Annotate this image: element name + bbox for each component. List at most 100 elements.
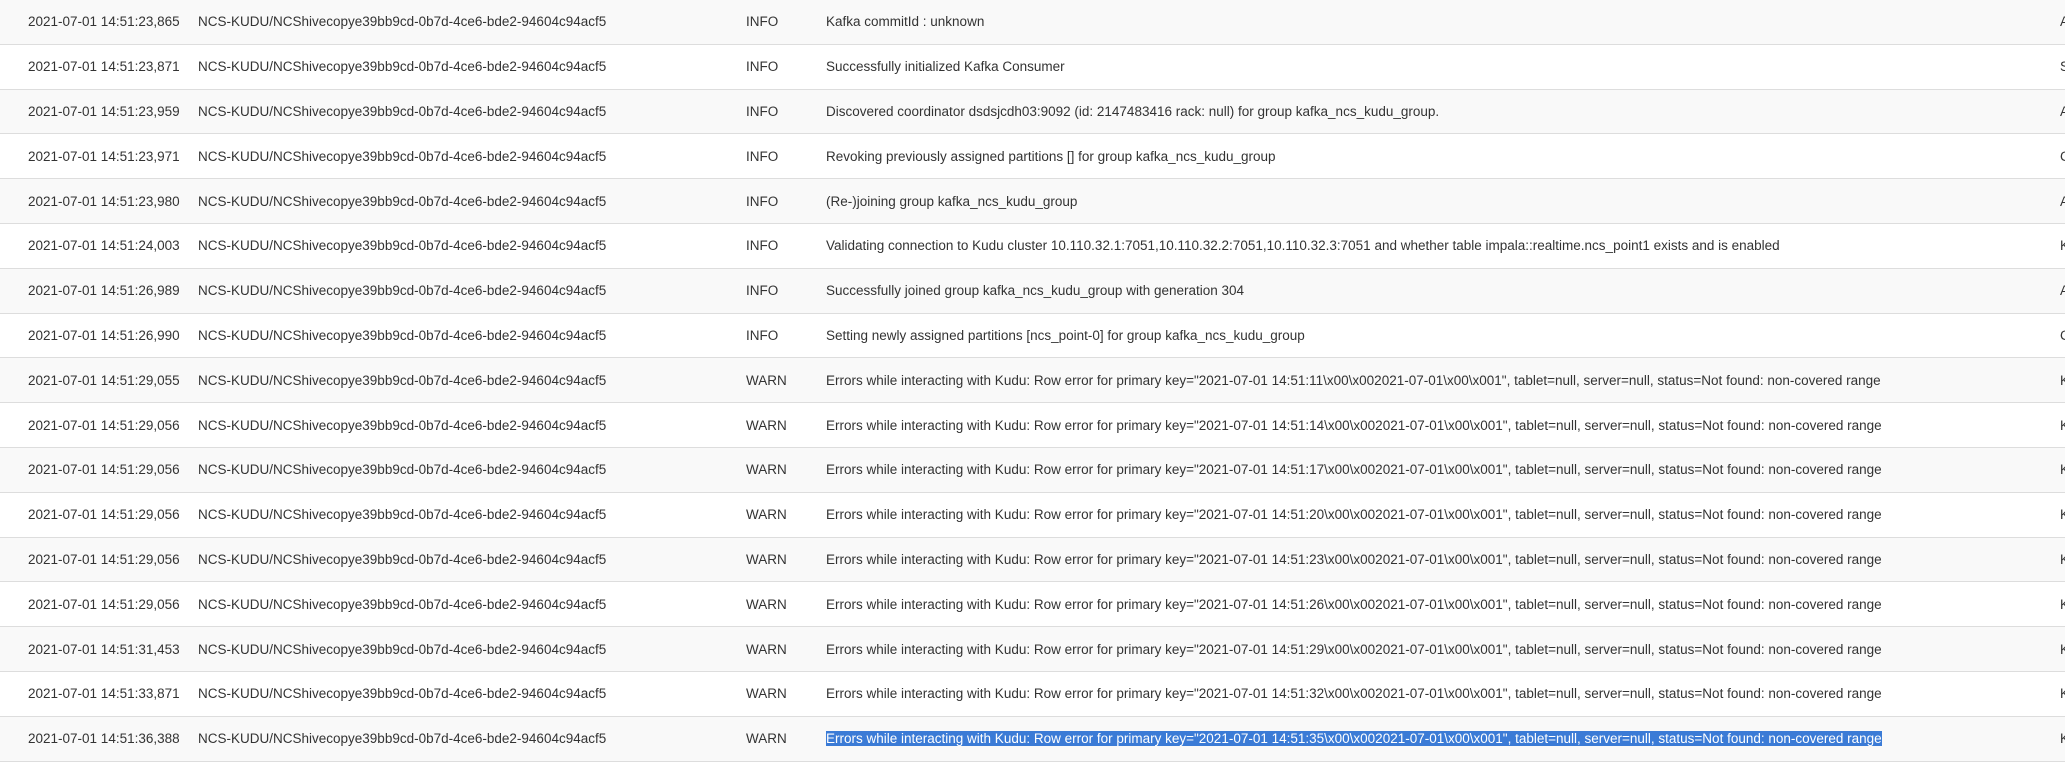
log-level: WARN: [746, 462, 787, 478]
log-time: 2021-07-01 14:51:24,003: [28, 238, 180, 254]
log-row[interactable]: 2021-07-01 14:51:23,871 NCS-KUDU/NCShive…: [0, 44, 2065, 90]
log-message-cell: Errors while interacting with Kudu: Row …: [826, 402, 2060, 448]
log-time: 2021-07-01 14:51:29,056: [28, 596, 180, 612]
log-source-cell: NCS-KUDU/NCShivecopye39bb9cd-0b7d-4ce6-b…: [198, 223, 746, 269]
log-class: Ku: [2060, 418, 2065, 433]
log-message-cell: Errors while interacting with Kudu: Row …: [826, 626, 2060, 672]
log-message-cell: Kafka commitId : unknown: [826, 0, 2060, 45]
log-class-cell: Co: [2060, 313, 2065, 359]
log-message: Errors while interacting with Kudu: Row …: [826, 372, 1881, 388]
log-class: Abs: [2060, 194, 2065, 209]
log-row-selected[interactable]: 2021-07-01 14:51:36,388 NCS-KUDU/NCShive…: [0, 716, 2065, 762]
log-level-cell: INFO: [746, 223, 826, 269]
log-row[interactable]: 2021-07-01 14:51:29,056 NCS-KUDU/NCShive…: [0, 447, 2065, 493]
log-message: Errors while interacting with Kudu: Row …: [826, 417, 1882, 433]
log-row[interactable]: 2021-07-01 14:51:33,871 NCS-KUDU/NCShive…: [0, 671, 2065, 717]
log-time: 2021-07-01 14:51:36,388: [28, 731, 180, 747]
log-level: INFO: [746, 103, 779, 119]
log-source-cell: NCS-KUDU/NCShivecopye39bb9cd-0b7d-4ce6-b…: [198, 0, 746, 45]
log-source: NCS-KUDU/NCShivecopye39bb9cd-0b7d-4ce6-b…: [198, 103, 607, 119]
log-source: NCS-KUDU/NCShivecopye39bb9cd-0b7d-4ce6-b…: [198, 596, 607, 612]
log-class: Ku: [2060, 373, 2065, 388]
log-class-cell: Abs: [2060, 178, 2065, 224]
log-source-cell: NCS-KUDU/NCShivecopye39bb9cd-0b7d-4ce6-b…: [198, 537, 746, 583]
log-row[interactable]: 2021-07-01 14:51:26,989 NCS-KUDU/NCShive…: [0, 268, 2065, 314]
log-time-cell: 2021-07-01 14:51:23,980: [0, 178, 198, 224]
log-message-cell: Revoking previously assigned partitions …: [826, 133, 2060, 180]
log-class-cell: Ku: [2060, 402, 2065, 448]
log-time: 2021-07-01 14:51:23,871: [28, 59, 180, 75]
log-level-cell: WARN: [746, 357, 826, 404]
log-source-cell: NCS-KUDU/NCShivecopye39bb9cd-0b7d-4ce6-b…: [198, 626, 746, 672]
log-row[interactable]: 2021-07-01 14:51:26,990 NCS-KUDU/NCShive…: [0, 313, 2065, 359]
log-row[interactable]: 2021-07-01 14:51:23,959 NCS-KUDU/NCShive…: [0, 89, 2065, 135]
log-time: 2021-07-01 14:51:33,871: [28, 686, 180, 702]
log-class: Co: [2060, 328, 2065, 343]
log-row[interactable]: 2021-07-01 14:51:23,980 NCS-KUDU/NCShive…: [0, 178, 2065, 224]
log-time: 2021-07-01 14:51:23,959: [28, 103, 180, 119]
log-level: WARN: [746, 507, 787, 523]
log-source-cell: NCS-KUDU/NCShivecopye39bb9cd-0b7d-4ce6-b…: [198, 178, 746, 224]
log-time-cell: 2021-07-01 14:51:29,056: [0, 581, 198, 628]
log-message-cell: Errors while interacting with Kudu: Row …: [826, 537, 2060, 583]
log-message: Discovered coordinator dsdsjcdh03:9092 (…: [826, 103, 1440, 119]
log-source: NCS-KUDU/NCShivecopye39bb9cd-0b7d-4ce6-b…: [198, 462, 607, 478]
log-row[interactable]: 2021-07-01 14:51:23,865 NCS-KUDU/NCShive…: [0, 0, 2065, 45]
log-level: INFO: [746, 148, 779, 164]
log-class-cell: Co: [2060, 133, 2065, 180]
log-message: Errors while interacting with Kudu: Row …: [826, 551, 1882, 567]
log-message: Setting newly assigned partitions [ncs_p…: [826, 327, 1305, 343]
log-time: 2021-07-01 14:51:29,056: [28, 462, 180, 478]
log-row[interactable]: 2021-07-01 14:51:24,003 NCS-KUDU/NCShive…: [0, 223, 2065, 269]
log-message: Revoking previously assigned partitions …: [826, 148, 1276, 164]
log-row[interactable]: 2021-07-01 14:51:29,056 NCS-KUDU/NCShive…: [0, 492, 2065, 538]
log-time-cell: 2021-07-01 14:51:29,056: [0, 492, 198, 538]
log-time-cell: 2021-07-01 14:51:23,865: [0, 0, 198, 45]
log-row[interactable]: 2021-07-01 14:51:31,453 NCS-KUDU/NCShive…: [0, 626, 2065, 672]
log-row[interactable]: 2021-07-01 14:51:29,056 NCS-KUDU/NCShive…: [0, 581, 2065, 628]
log-source: NCS-KUDU/NCShivecopye39bb9cd-0b7d-4ce6-b…: [198, 59, 607, 75]
log-row[interactable]: 2021-07-01 14:51:23,971 NCS-KUDU/NCShive…: [0, 133, 2065, 180]
log-class: Ap: [2060, 14, 2065, 30]
log-level-cell: INFO: [746, 0, 826, 45]
log-message-selected[interactable]: Errors while interacting with Kudu: Row …: [826, 731, 1882, 747]
log-time: 2021-07-01 14:51:29,056: [28, 417, 180, 433]
log-source-cell: NCS-KUDU/NCShivecopye39bb9cd-0b7d-4ce6-b…: [198, 581, 746, 628]
log-row[interactable]: 2021-07-01 14:51:29,056 NCS-KUDU/NCShive…: [0, 537, 2065, 583]
log-class-cell: Ku: [2060, 492, 2065, 538]
log-time: 2021-07-01 14:51:29,056: [28, 551, 180, 567]
log-table-body: 2021-07-01 14:51:23,865 NCS-KUDU/NCShive…: [0, 0, 2065, 762]
log-class-cell: Ku: [2060, 447, 2065, 493]
log-class-cell: Ku: [2060, 581, 2065, 628]
log-source: NCS-KUDU/NCShivecopye39bb9cd-0b7d-4ce6-b…: [198, 372, 607, 388]
log-level-cell: INFO: [746, 178, 826, 224]
log-row[interactable]: 2021-07-01 14:51:29,055 NCS-KUDU/NCShive…: [0, 357, 2065, 404]
log-message: Successfully initialized Kafka Consumer: [826, 59, 1065, 75]
log-time: 2021-07-01 14:51:23,971: [28, 148, 180, 164]
log-source: NCS-KUDU/NCShivecopye39bb9cd-0b7d-4ce6-b…: [198, 148, 607, 164]
log-source: NCS-KUDU/NCShivecopye39bb9cd-0b7d-4ce6-b…: [198, 14, 607, 30]
log-message-cell: Errors while interacting with Kudu: Row …: [826, 357, 2060, 404]
log-time-cell: 2021-07-01 14:51:24,003: [0, 223, 198, 269]
log-message: Errors while interacting with Kudu: Row …: [826, 507, 1882, 523]
log-time: 2021-07-01 14:51:29,055: [28, 372, 180, 388]
log-class-cell: Ku: [2060, 223, 2065, 269]
log-source-cell: NCS-KUDU/NCShivecopye39bb9cd-0b7d-4ce6-b…: [198, 671, 746, 717]
log-message-cell: Errors while interacting with Kudu: Row …: [826, 716, 2060, 762]
log-level-cell: INFO: [746, 268, 826, 314]
log-message-cell: Validating connection to Kudu cluster 10…: [826, 223, 2060, 269]
log-level-cell: INFO: [746, 313, 826, 359]
log-table: 2021-07-01 14:51:23,865 NCS-KUDU/NCShive…: [0, 0, 2065, 762]
log-level-cell: WARN: [746, 537, 826, 583]
log-class: Ku: [2060, 507, 2065, 522]
log-message: Validating connection to Kudu cluster 10…: [826, 238, 1780, 254]
log-time-cell: 2021-07-01 14:51:29,056: [0, 447, 198, 493]
log-source: NCS-KUDU/NCShivecopye39bb9cd-0b7d-4ce6-b…: [198, 327, 607, 343]
log-level-cell: WARN: [746, 402, 826, 448]
log-row[interactable]: 2021-07-01 14:51:29,056 NCS-KUDU/NCShive…: [0, 402, 2065, 448]
log-level-cell: WARN: [746, 716, 826, 762]
log-class-cell: Ku: [2060, 716, 2065, 762]
log-source: NCS-KUDU/NCShivecopye39bb9cd-0b7d-4ce6-b…: [198, 238, 607, 254]
log-level-cell: INFO: [746, 44, 826, 90]
log-class: Ku: [2060, 462, 2065, 477]
